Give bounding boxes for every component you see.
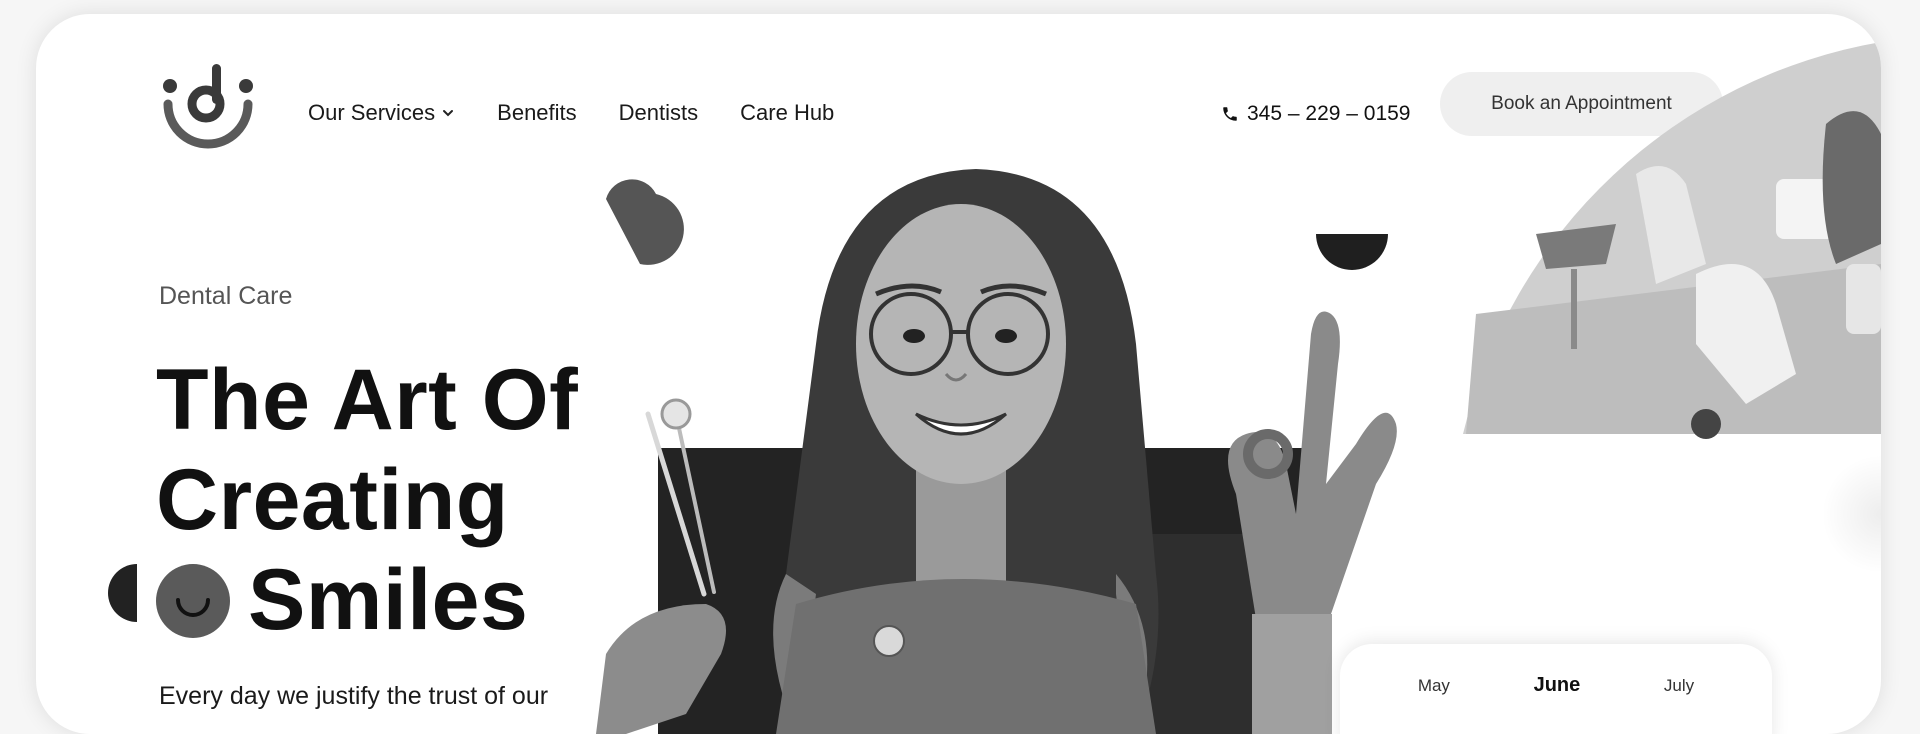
right-edge-shadow [1821, 454, 1881, 574]
month-tabs: May June July [1340, 674, 1772, 697]
hero-description: Every day we justify the trust of our [159, 682, 549, 710]
nav-benefits[interactable]: Benefits [497, 100, 577, 126]
month-june[interactable]: June [1534, 674, 1581, 697]
page-card: Our Services Benefits Dentists Care Hub … [36, 14, 1881, 734]
chevron-down-icon [443, 110, 454, 117]
half-circle-decoration-icon [108, 564, 137, 622]
hero-photo-dentist [596, 42, 1881, 734]
nav-our-services[interactable]: Our Services [308, 100, 455, 126]
month-may[interactable]: May [1418, 676, 1450, 696]
smile-face-icon [156, 564, 230, 638]
nav-label-benefits: Benefits [497, 100, 577, 125]
hero-title-line-3: Smiles [248, 552, 529, 648]
month-selector-card: May June July [1340, 644, 1772, 734]
hero-title-line-1: The Art Of [156, 352, 579, 448]
hero-eyebrow: Dental Care [159, 282, 293, 310]
month-july[interactable]: July [1664, 676, 1694, 696]
hero-title-line-2: Creating [156, 452, 509, 548]
nav-label-our-services: Our Services [308, 100, 436, 125]
dental-logo[interactable] [156, 58, 260, 162]
